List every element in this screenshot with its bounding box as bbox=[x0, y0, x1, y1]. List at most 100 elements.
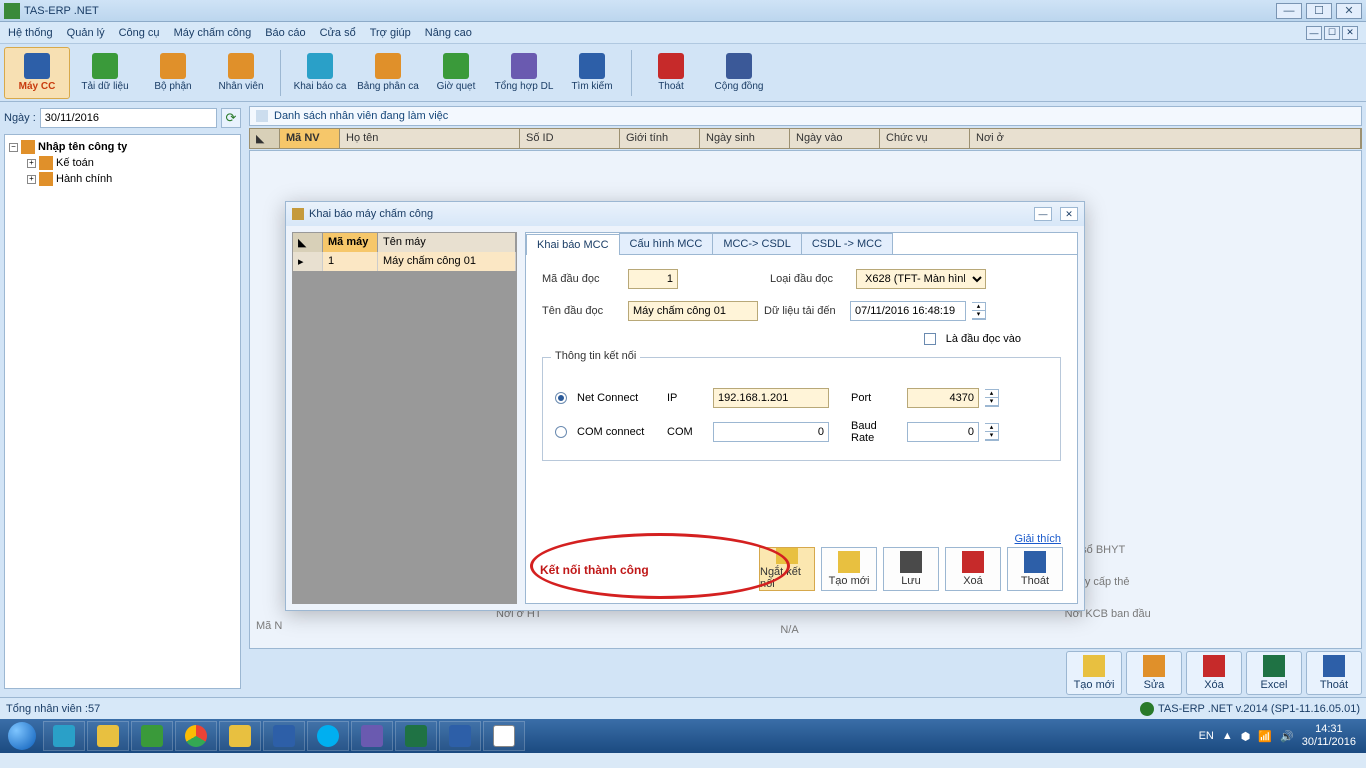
ma-input[interactable] bbox=[628, 269, 678, 289]
grid-col-hoten[interactable]: Họ tên bbox=[340, 129, 520, 148]
taskbar-folder[interactable] bbox=[219, 721, 261, 751]
device-row[interactable]: ▸ 1 Máy chấm công 01 bbox=[293, 252, 516, 271]
tab-cauhinh[interactable]: Cấu hình MCC bbox=[619, 233, 714, 254]
dialog-close-button[interactable]: ✕ bbox=[1060, 207, 1078, 221]
tray-network-icon[interactable]: 📶 bbox=[1258, 730, 1272, 743]
ten-input[interactable] bbox=[628, 301, 758, 321]
menu-cuaso[interactable]: Cửa sổ bbox=[320, 27, 356, 39]
toolbar-label: Bảng phân ca bbox=[357, 81, 419, 92]
collapse-icon[interactable]: − bbox=[9, 143, 18, 152]
du-input[interactable] bbox=[850, 301, 966, 321]
menu-quanly[interactable]: Quản lý bbox=[67, 27, 105, 39]
toolbar-máy-cc[interactable]: Máy CC bbox=[4, 47, 70, 99]
menu-nangcao[interactable]: Nâng cao bbox=[425, 27, 472, 39]
close-button[interactable]: ✕ bbox=[1336, 3, 1362, 19]
com-input[interactable] bbox=[713, 422, 829, 442]
taskbar-coccoc[interactable] bbox=[131, 721, 173, 751]
org-tree[interactable]: − Nhập tên công ty + Kế toán + Hành chín… bbox=[4, 134, 241, 689]
toolbar-thoát[interactable]: Thoát bbox=[638, 47, 704, 99]
mdi-minimize-button[interactable]: — bbox=[1306, 26, 1322, 40]
tray-flag-icon[interactable]: ▲ bbox=[1222, 730, 1233, 742]
toolbar-giờ-quẹt[interactable]: Giờ quẹt bbox=[423, 47, 489, 99]
device-col-mamay[interactable]: Mã máy bbox=[323, 233, 378, 252]
com-radio[interactable] bbox=[555, 426, 567, 438]
tab-csdl-mcc[interactable]: CSDL -> MCC bbox=[801, 233, 893, 254]
taskbar-word[interactable] bbox=[439, 721, 481, 751]
taskbar-app1[interactable] bbox=[351, 721, 393, 751]
taskbar-teamviewer[interactable] bbox=[263, 721, 305, 751]
mdi-restore-button[interactable]: ☐ bbox=[1324, 26, 1340, 40]
toolbar-bộ-phận[interactable]: Bộ phận bbox=[140, 47, 206, 99]
bottom-sửa-button[interactable]: Sửa bbox=[1126, 651, 1182, 695]
toolbar-cộng-đồng[interactable]: Cộng đồng bbox=[706, 47, 772, 99]
dialog-minimize-button[interactable]: — bbox=[1034, 207, 1052, 221]
taskbar-chrome[interactable] bbox=[175, 721, 217, 751]
tray-lang[interactable]: EN bbox=[1199, 730, 1214, 742]
detail-cell bbox=[1065, 624, 1349, 636]
menu-hethong[interactable]: Hệ thống bbox=[8, 27, 53, 39]
maximize-button[interactable]: ☐ bbox=[1306, 3, 1332, 19]
toolbar-tìm-kiếm[interactable]: Tìm kiếm bbox=[559, 47, 625, 99]
taskbar-ie[interactable] bbox=[43, 721, 85, 751]
menu-maychamcong[interactable]: Máy chấm công bbox=[174, 27, 252, 39]
device-grid[interactable]: ◣ Mã máy Tên máy ▸ 1 Máy chấm công 01 bbox=[292, 232, 517, 604]
giaithich-link[interactable]: Giải thích bbox=[1015, 533, 1061, 545]
loai-select[interactable]: X628 (TFT- Màn hình m bbox=[856, 269, 986, 289]
grid-col-manv[interactable]: Mã NV bbox=[280, 129, 340, 148]
menu-trogiup[interactable]: Trợ giúp bbox=[370, 27, 411, 39]
menu-congcu[interactable]: Công cụ bbox=[119, 27, 160, 39]
bottom-excel-button[interactable]: Excel bbox=[1246, 651, 1302, 695]
grid-col-noio[interactable]: Nơi ở bbox=[970, 129, 1361, 148]
ip-input[interactable] bbox=[713, 388, 829, 408]
port-input[interactable] bbox=[907, 388, 979, 408]
device-col-tenmay[interactable]: Tên máy bbox=[378, 233, 516, 252]
la-daudocvao-checkbox[interactable] bbox=[924, 333, 936, 345]
date-input[interactable] bbox=[40, 108, 217, 128]
dialog-ngắt-kết-nối-button[interactable]: Ngắt kết nối bbox=[759, 547, 815, 591]
tree-node-hanhchinh[interactable]: + Hành chính bbox=[27, 171, 236, 187]
dialog-xoá-button[interactable]: Xoá bbox=[945, 547, 1001, 591]
tab-mcc-csdl[interactable]: MCC-> CSDL bbox=[712, 233, 802, 254]
grid-col-chucvu[interactable]: Chức vụ bbox=[880, 129, 970, 148]
tray-volume-icon[interactable]: 🔊 bbox=[1280, 730, 1294, 743]
tray-clock[interactable]: 14:31 30/11/2016 bbox=[1302, 723, 1356, 749]
datetime-spinner[interactable]: ▴▾ bbox=[972, 302, 986, 320]
tab-khaibao[interactable]: Khai báo MCC bbox=[526, 234, 620, 255]
tree-root[interactable]: − Nhập tên công ty bbox=[9, 139, 236, 155]
refresh-button[interactable]: ⟳ bbox=[221, 108, 241, 128]
toolbar-bảng-phân-ca[interactable]: Bảng phân ca bbox=[355, 47, 421, 99]
taskbar-skype[interactable] bbox=[307, 721, 349, 751]
toolbar-khai-báo-ca[interactable]: Khai báo ca bbox=[287, 47, 353, 99]
dialog-titlebar[interactable]: Khai báo máy chấm công — ✕ bbox=[286, 202, 1084, 226]
taskbar-tas[interactable] bbox=[483, 721, 525, 751]
toolbar-tải-dữ-liệu[interactable]: Tải dữ liệu bbox=[72, 47, 138, 99]
menu-baocao[interactable]: Báo cáo bbox=[265, 27, 305, 39]
connection-status: Kết nối thành công bbox=[540, 563, 649, 577]
toolbar-nhân-viên[interactable]: Nhân viên bbox=[208, 47, 274, 99]
toolbar-tổng-hợp-dl[interactable]: Tổng hợp DL bbox=[491, 47, 557, 99]
bottom-xóa-button[interactable]: Xóa bbox=[1186, 651, 1242, 695]
taskbar-explorer[interactable] bbox=[87, 721, 129, 751]
port-spinner[interactable]: ▴▾ bbox=[985, 389, 999, 407]
dialog-lưu-button[interactable]: Lưu bbox=[883, 547, 939, 591]
tree-node-ketoan[interactable]: + Kế toán bbox=[27, 155, 236, 171]
minimize-button[interactable]: — bbox=[1276, 3, 1302, 19]
grid-col-gioitinh[interactable]: Giới tính bbox=[620, 129, 700, 148]
toolbar-icon bbox=[24, 53, 50, 79]
grid-col-soid[interactable]: Số ID bbox=[520, 129, 620, 148]
grid-col-ngayvao[interactable]: Ngày vào bbox=[790, 129, 880, 148]
start-button[interactable] bbox=[2, 719, 42, 753]
tray-shield-icon[interactable]: ⬢ bbox=[1241, 730, 1251, 743]
baud-spinner[interactable]: ▴▾ bbox=[985, 423, 999, 441]
mdi-close-button[interactable]: ✕ bbox=[1342, 26, 1358, 40]
net-radio[interactable] bbox=[555, 392, 567, 404]
grid-col-ngaysinh[interactable]: Ngày sinh bbox=[700, 129, 790, 148]
expand-icon[interactable]: + bbox=[27, 175, 36, 184]
baud-input[interactable] bbox=[907, 422, 979, 442]
bottom-thoát-button[interactable]: Thoát bbox=[1306, 651, 1362, 695]
dialog-thoát-button[interactable]: Thoát bbox=[1007, 547, 1063, 591]
dialog-tạo-mới-button[interactable]: Tạo mới bbox=[821, 547, 877, 591]
taskbar-excel[interactable] bbox=[395, 721, 437, 751]
expand-icon[interactable]: + bbox=[27, 159, 36, 168]
bottom-tạo mới-button[interactable]: Tạo mới bbox=[1066, 651, 1122, 695]
